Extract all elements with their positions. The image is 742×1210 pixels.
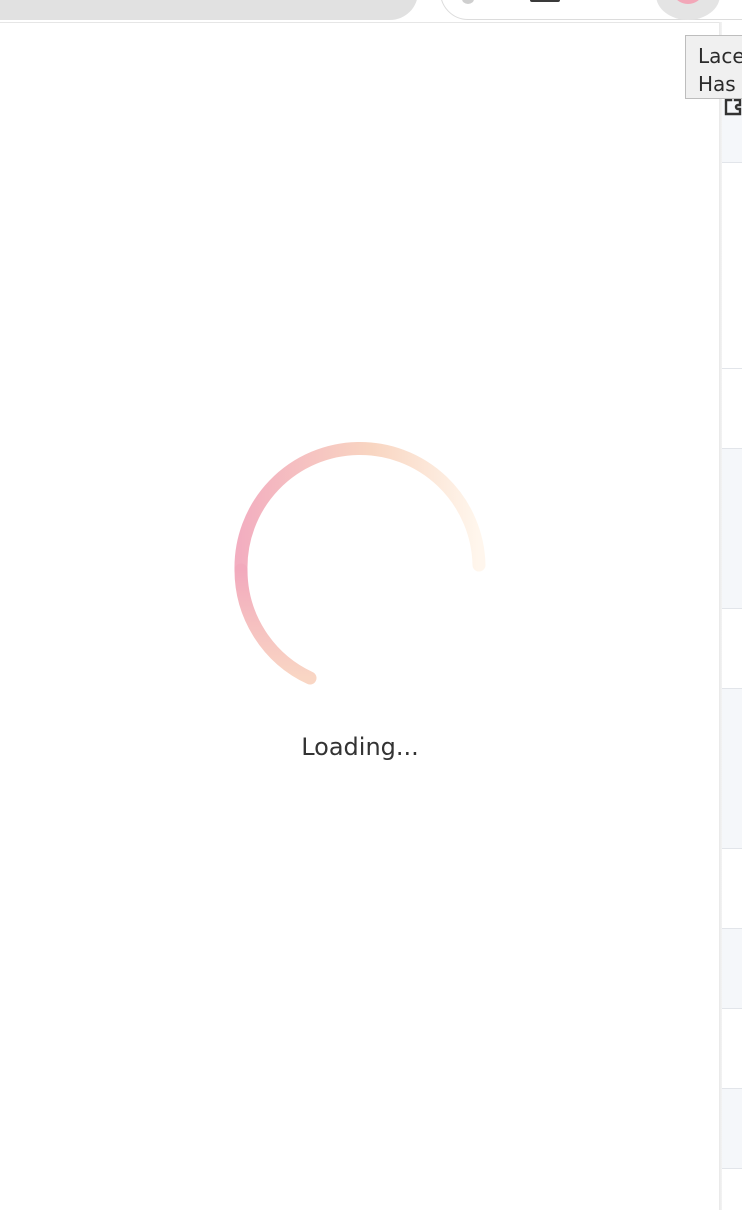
background-row-divider <box>722 448 742 449</box>
browser-tab-strip[interactable] <box>0 0 418 20</box>
background-row-divider <box>722 1088 742 1089</box>
background-row <box>722 688 742 848</box>
background-row-divider <box>722 1168 742 1169</box>
loading-text: Loading... <box>301 733 419 761</box>
side-panel-edge <box>719 22 722 1210</box>
tooltip-line: Lace <box>698 44 742 68</box>
background-row-divider <box>722 848 742 849</box>
toolbar-square-icon[interactable] <box>530 0 560 2</box>
puzzle-icon[interactable] <box>722 94 742 118</box>
background-row <box>722 928 742 1008</box>
background-row <box>722 1088 742 1168</box>
background-row <box>722 448 742 608</box>
background-row-divider <box>722 688 742 689</box>
background-page <box>722 22 742 1210</box>
screen: Loading... Lace Has <box>0 0 742 1210</box>
background-row-divider <box>722 1008 742 1009</box>
background-row-divider <box>722 162 742 163</box>
spinner-icon <box>234 442 486 685</box>
background-row-divider <box>722 608 742 609</box>
background-row-divider <box>722 928 742 929</box>
tooltip: Lace Has <box>685 35 742 99</box>
tooltip-line: Has <box>698 72 736 96</box>
background-row-divider <box>722 368 742 369</box>
